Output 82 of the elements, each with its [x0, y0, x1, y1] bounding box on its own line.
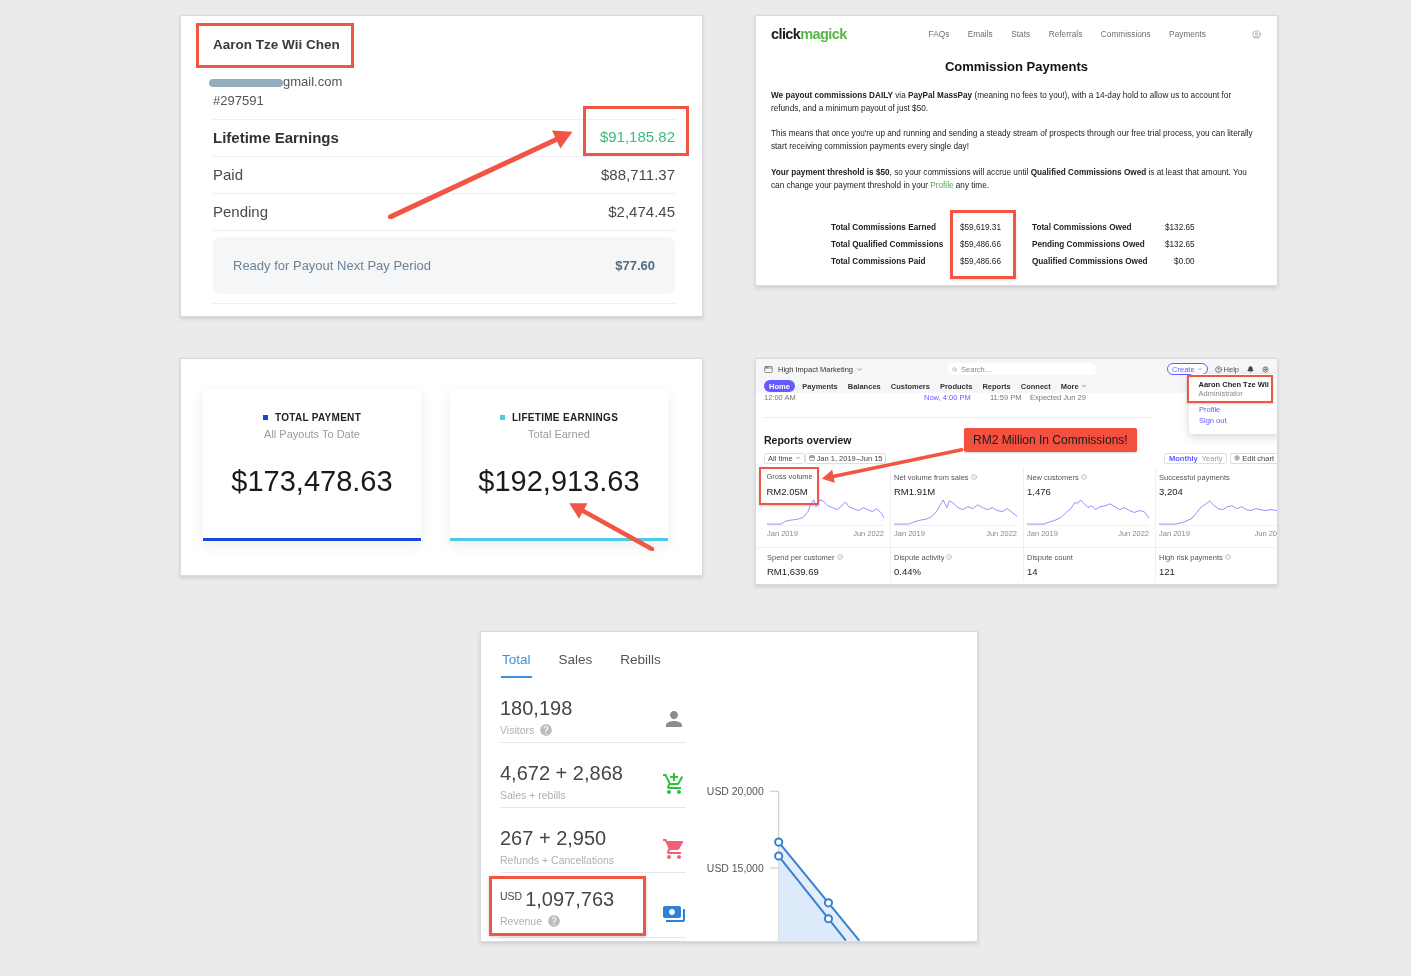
chevron-down-icon: [1196, 366, 1203, 372]
card-subtitle: Total Earned: [528, 427, 590, 441]
earnings-label: Lifetime Earnings: [213, 129, 339, 147]
metric-value: 121: [1159, 566, 1175, 577]
data-point: [824, 914, 834, 924]
page-title: Commission Payments: [943, 59, 1089, 75]
stat-label: Visitors: [500, 724, 535, 736]
member-id: #297591: [213, 92, 264, 110]
stat-value: $0.00: [1174, 256, 1195, 268]
window-icon: [764, 364, 773, 374]
paragraph: We payout commissions DAILY via PayPal MassPay (meaning no fees to you!), with a 14-day hold to allow us to account for refunds, and a minimum payout of just $50.: [771, 90, 1233, 115]
tick-label: USD 15,000: [707, 862, 764, 874]
chevron-down-icon: [856, 365, 864, 373]
stat-label: Total Commissions Owed: [1032, 222, 1133, 234]
callout-label: RM2 Million In Commissions!: [964, 428, 1137, 452]
stat-value: $132.65: [1165, 239, 1195, 251]
bell-icon[interactable]: [1247, 365, 1254, 373]
earnings-amount: $2,474.45: [608, 203, 675, 221]
tick-label: USD 20,000: [707, 786, 764, 798]
currency-label: USD: [500, 890, 523, 902]
help-icon[interactable]: [547, 914, 562, 928]
tab[interactable]: Rebills: [619, 652, 662, 678]
nav-link[interactable]: Stats: [1011, 29, 1031, 39]
metric-value: 1,476: [1027, 486, 1051, 497]
card-amount: $173,478.63: [231, 464, 393, 498]
logo: clickmagick: [771, 26, 847, 42]
payout-label: Ready for Payout Next Pay Period: [233, 258, 431, 273]
metric-value: 0.44%: [894, 566, 921, 577]
help-icon: [1214, 365, 1222, 373]
stat-value: 1,097,763: [525, 887, 615, 911]
settings-icon[interactable]: [1262, 365, 1269, 373]
section-heading: Reports overview: [764, 434, 852, 446]
stat-value: $132.65: [1165, 222, 1195, 234]
stat-value: 180,198: [500, 696, 573, 720]
metric-value: RM2.05M: [766, 485, 808, 497]
stat-value: $59,619.31: [960, 222, 1001, 234]
calendar-icon: [808, 455, 815, 461]
paragraph: This means that once you're up and running and sending a steady stream of prospects through our free trial process, you can literally start receiving commission payments every single day!: [771, 128, 1254, 153]
stat-value: $59,486.66: [960, 239, 1001, 251]
stat-label: Revenue: [500, 915, 543, 927]
tab[interactable]: Sales: [557, 652, 594, 678]
data-point: [824, 898, 834, 908]
person-name: Aaron Tze Wii Chen: [213, 37, 340, 53]
stat-label: Total Qualified Commissions: [831, 239, 945, 251]
stat-label: Refunds + Cancellations: [500, 854, 615, 866]
payout-amount: $77.60: [615, 258, 655, 273]
help-icon[interactable]: [539, 723, 554, 737]
user-icon[interactable]: [1252, 29, 1261, 39]
data-point: [774, 837, 784, 847]
card-label: TOTAL PAYMENT: [274, 411, 362, 423]
stat-label: Pending Commissions Owed: [1032, 239, 1146, 251]
stat-value: 267 + 2,950: [500, 826, 607, 850]
data-point: [774, 851, 784, 861]
metric-value: 3,204: [1159, 486, 1183, 497]
nav-link[interactable]: Commissions: [1100, 29, 1151, 39]
tab[interactable]: Total: [501, 652, 532, 678]
stat-label: Qualified Commissions Owed: [1032, 256, 1149, 268]
card-subtitle: All Payouts To Date: [264, 427, 360, 441]
earnings-label: Paid: [213, 166, 244, 184]
earnings-amount: $88,711.37: [601, 166, 675, 184]
search-icon: [952, 366, 958, 372]
nav-link[interactable]: Referrals: [1048, 29, 1083, 39]
nav-link[interactable]: Emails: [967, 29, 993, 39]
earnings-amount: $91,185.82: [599, 127, 675, 146]
email-text: gmail.com: [283, 73, 343, 91]
card-amount: $192,913.63: [478, 464, 640, 498]
metric-value: RM1,639.69: [767, 566, 819, 577]
stat-label: Total Commissions Paid: [831, 256, 927, 268]
paragraph: Your payment threshold is $50, so your commissions will accrue until Qualified Commissions Owed is at least that amount. You can change your payment threshold in your Profile any time.: [771, 167, 1248, 192]
stat-label: Sales + rebills: [500, 789, 566, 801]
card-label: LIFETIME EARNINGS: [511, 411, 619, 423]
metric-value: 14: [1027, 566, 1038, 577]
chevron-down-icon: [794, 455, 801, 461]
stat-label: Total Commissions Earned: [831, 222, 937, 234]
earnings-label: Pending: [213, 203, 269, 221]
nav-link[interactable]: FAQs: [928, 29, 950, 39]
gear-icon: [1234, 455, 1241, 461]
chevron-down-icon: [1080, 383, 1087, 389]
stat-value: 4,672 + 2,868: [500, 761, 623, 785]
nav-link[interactable]: Payments: [1169, 29, 1206, 39]
metric-value: RM1.91M: [894, 486, 936, 497]
stat-value: $59,486.66: [960, 256, 1001, 268]
